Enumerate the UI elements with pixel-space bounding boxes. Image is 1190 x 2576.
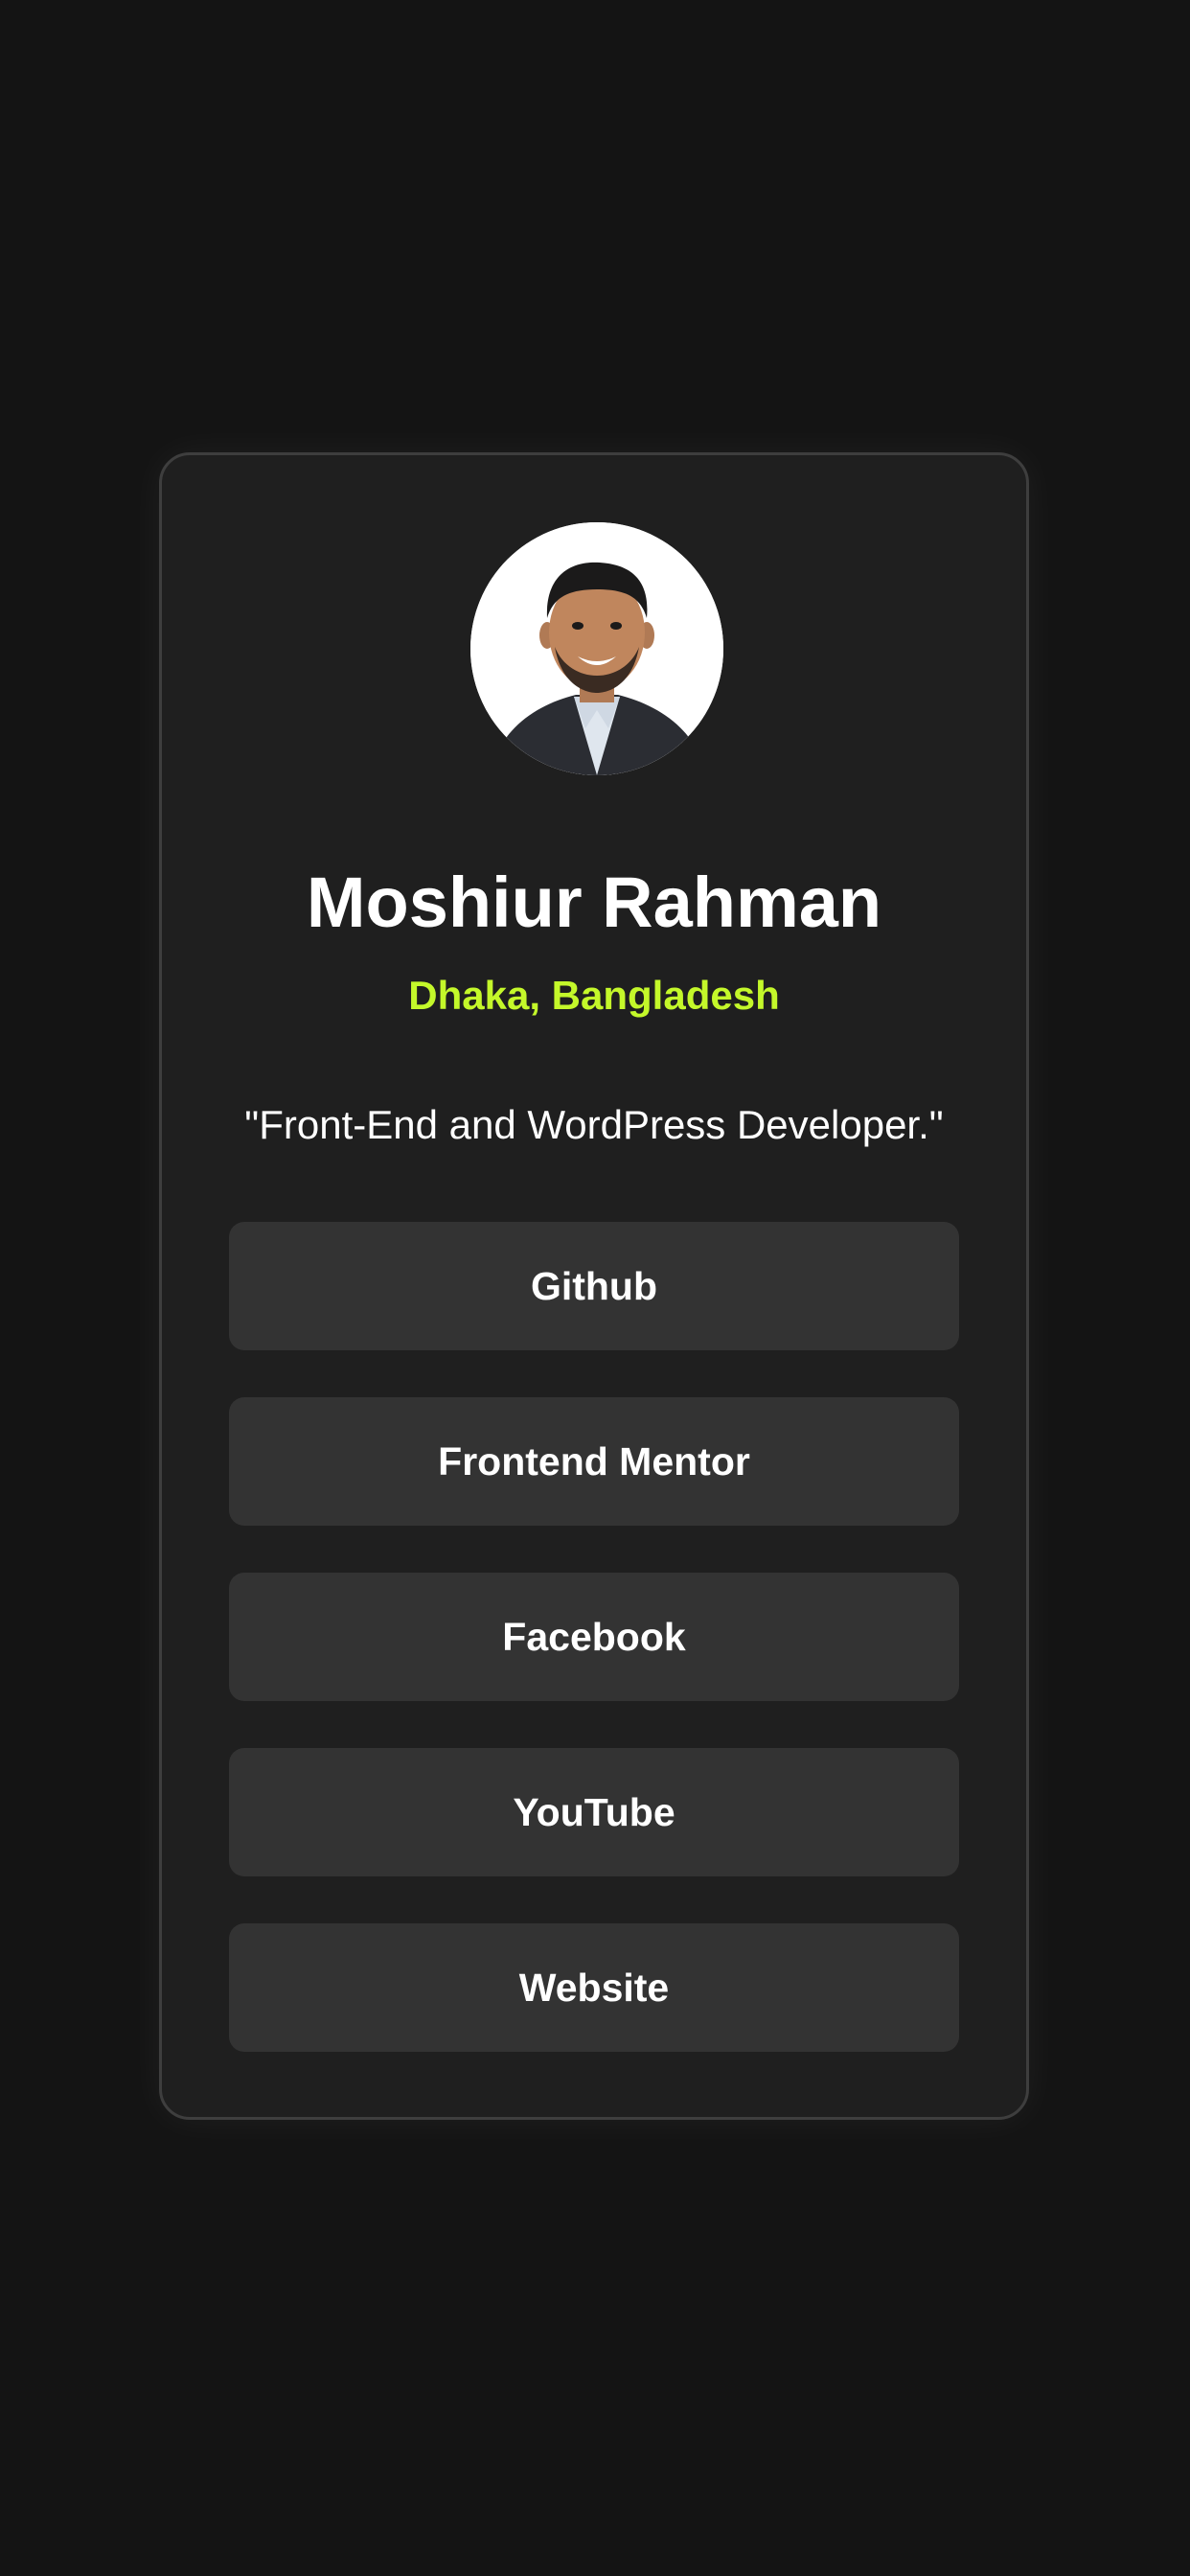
frontend-mentor-link-button[interactable]: Frontend Mentor	[229, 1397, 959, 1526]
profile-name: Moshiur Rahman	[306, 862, 882, 942]
avatar	[470, 522, 723, 775]
avatar-image	[470, 522, 723, 775]
github-link-button[interactable]: Github	[229, 1222, 959, 1350]
youtube-link-button[interactable]: YouTube	[229, 1748, 959, 1876]
profile-bio: "Front-End and WordPress Developer."	[244, 1102, 944, 1147]
profile-location: Dhaka, Bangladesh	[408, 973, 780, 1018]
facebook-link-button[interactable]: Facebook	[229, 1573, 959, 1701]
website-link-button[interactable]: Website	[229, 1923, 959, 2052]
profile-card: Moshiur Rahman Dhaka, Bangladesh "Front-…	[159, 452, 1029, 2120]
